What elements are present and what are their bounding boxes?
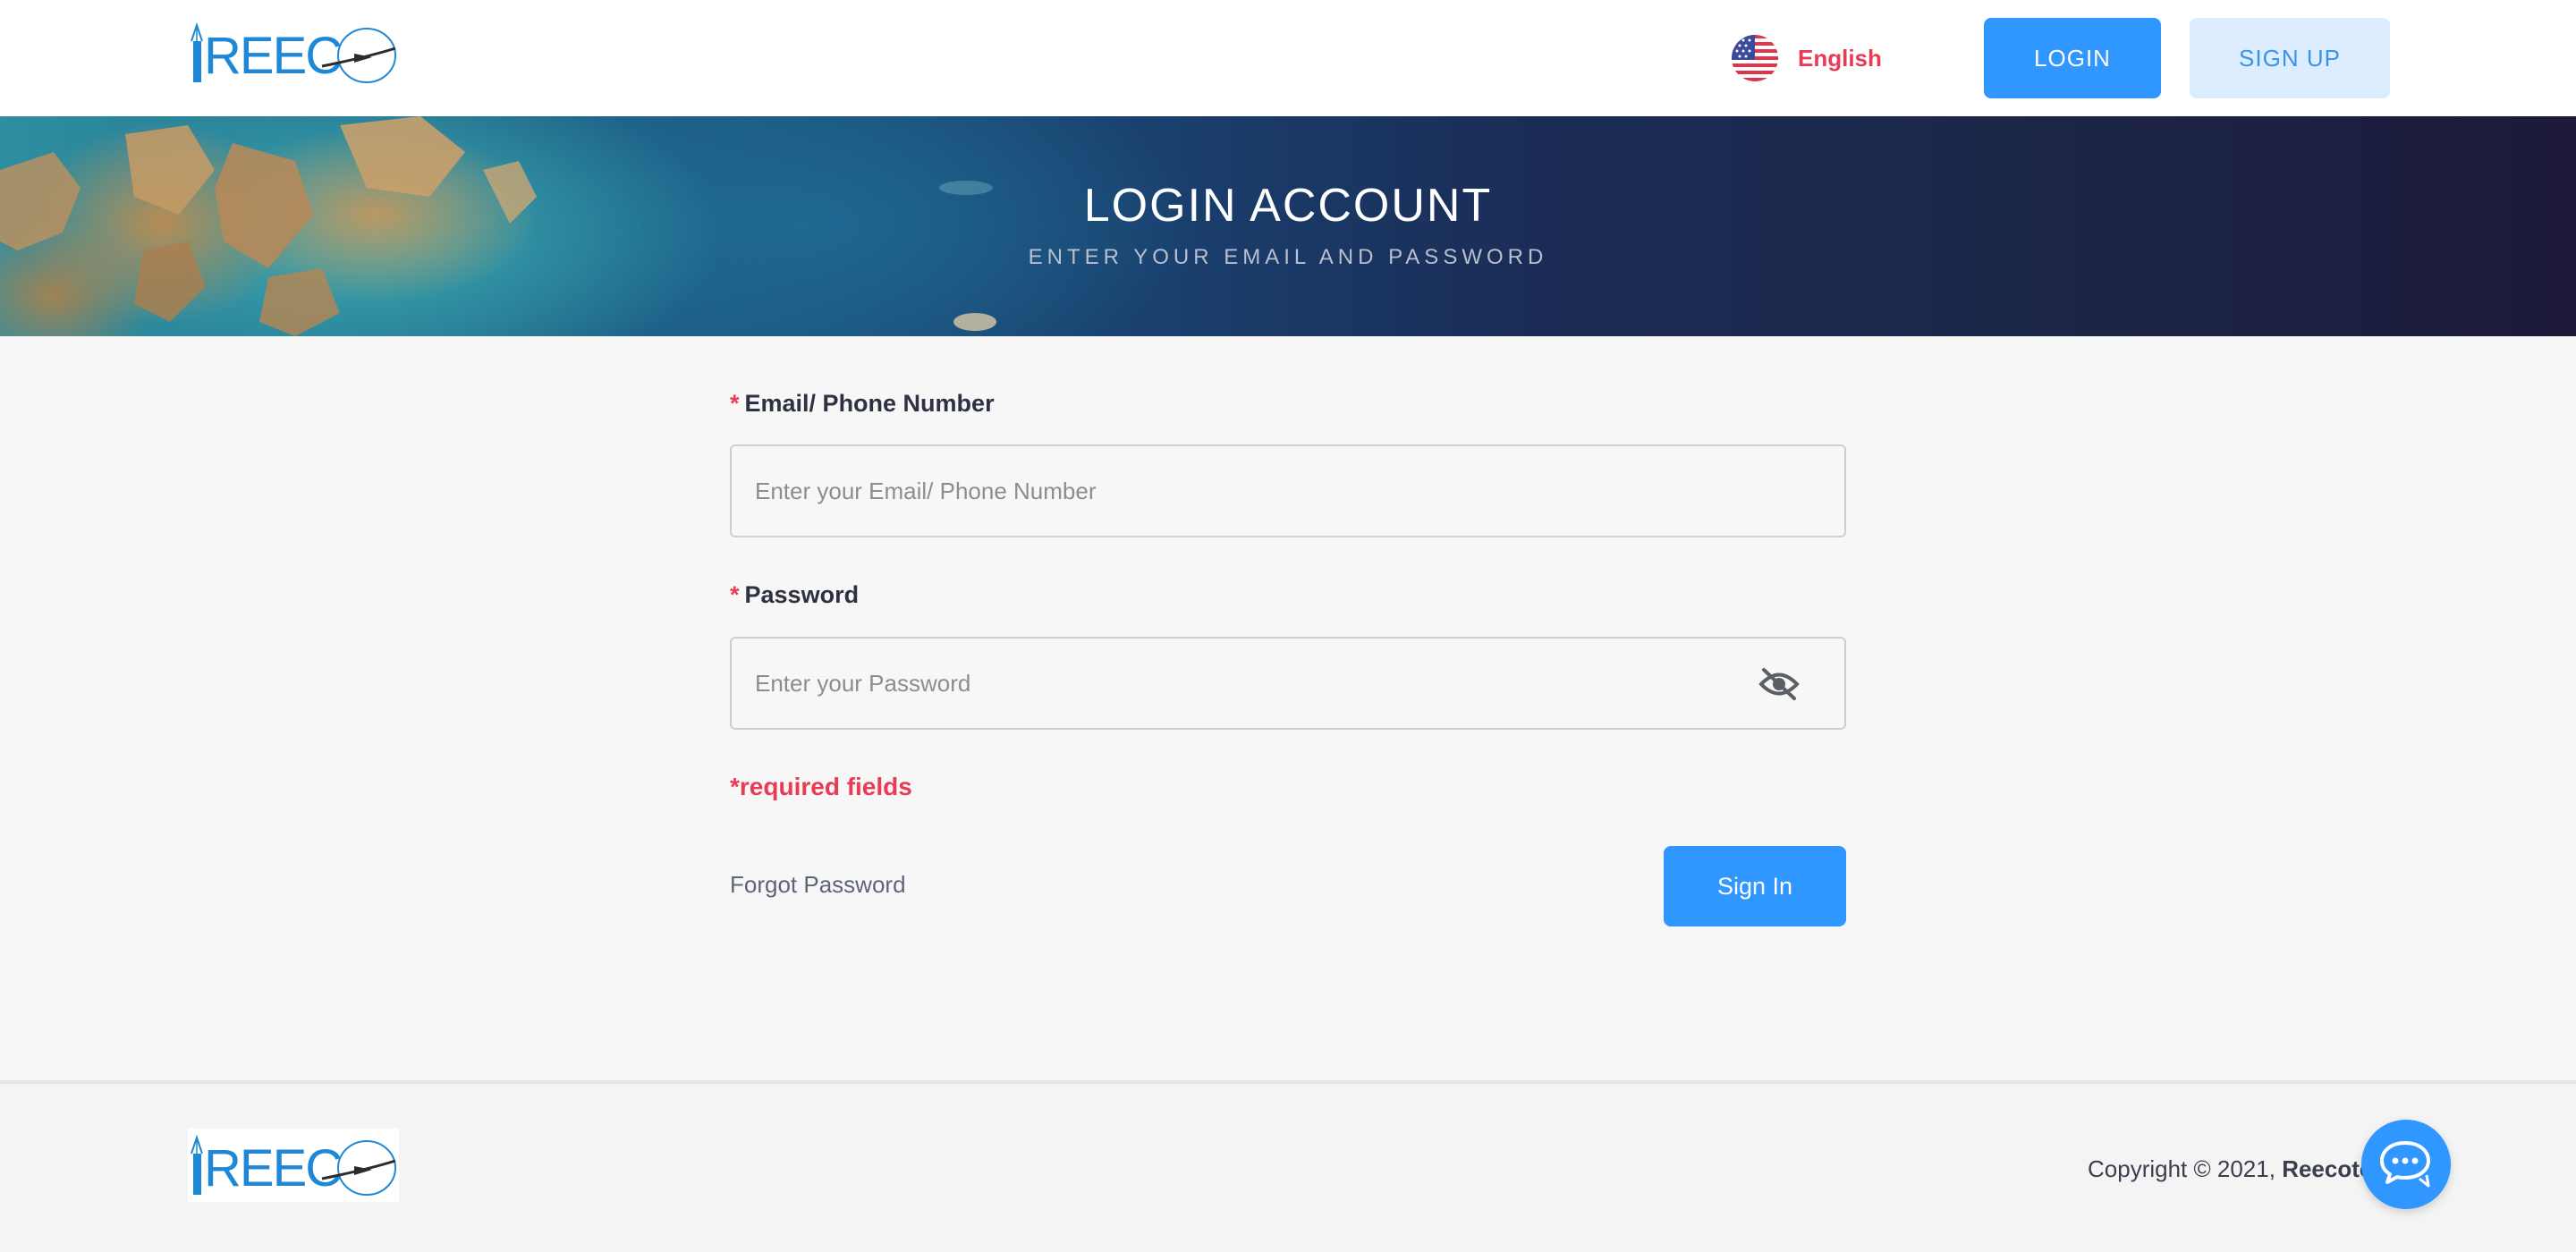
required-fields-note: *required fields	[730, 773, 912, 800]
required-mark: *	[730, 390, 740, 417]
email-field[interactable]	[755, 446, 1739, 536]
email-label-text: Email/ Phone Number	[744, 390, 995, 417]
page-subtitle: ENTER YOUR EMAIL AND PASSWORD	[1028, 245, 1548, 269]
svg-text:REEC: REEC	[204, 1139, 341, 1197]
password-field[interactable]	[755, 639, 1739, 728]
email-field-box	[730, 444, 1846, 537]
reeco-footer-logo[interactable]: REEC	[188, 1129, 399, 1202]
forgot-password-link[interactable]: Forgot Password	[730, 871, 906, 899]
svg-text:REEC: REEC	[204, 27, 341, 85]
password-label-text: Password	[744, 581, 860, 608]
us-flag-icon	[1732, 35, 1778, 81]
email-label: * Email/ Phone Number	[730, 390, 995, 418]
top-header: REEC English LOGIN SIGN UP	[0, 0, 2576, 116]
copyright-text: Copyright © 2021, Reecote	[2088, 1155, 2372, 1183]
sign-in-button[interactable]: Sign In	[1664, 846, 1846, 926]
language-label: English	[1798, 44, 1882, 72]
password-field-box	[730, 637, 1846, 730]
language-selector[interactable]: English	[1732, 34, 1882, 82]
chat-button[interactable]	[2361, 1120, 2451, 1209]
password-label: * Password	[730, 581, 859, 609]
page-title: LOGIN ACCOUNT	[1083, 180, 1493, 232]
page-footer: REEC Copyright © 2021, Reecote	[0, 1084, 2576, 1252]
copyright-prefix: Copyright © 2021,	[2088, 1155, 2275, 1182]
hero-banner: LOGIN ACCOUNT ENTER YOUR EMAIL AND PASSW…	[0, 116, 2576, 336]
signup-button[interactable]: SIGN UP	[2190, 18, 2390, 98]
login-button[interactable]: LOGIN	[1984, 18, 2161, 98]
company-name: Reecote	[2282, 1155, 2373, 1182]
reeco-logo[interactable]: REEC	[188, 21, 399, 88]
chat-bubbles-icon	[2380, 1141, 2430, 1188]
eye-off-icon[interactable]	[1758, 667, 1800, 701]
required-mark: *	[730, 581, 740, 608]
